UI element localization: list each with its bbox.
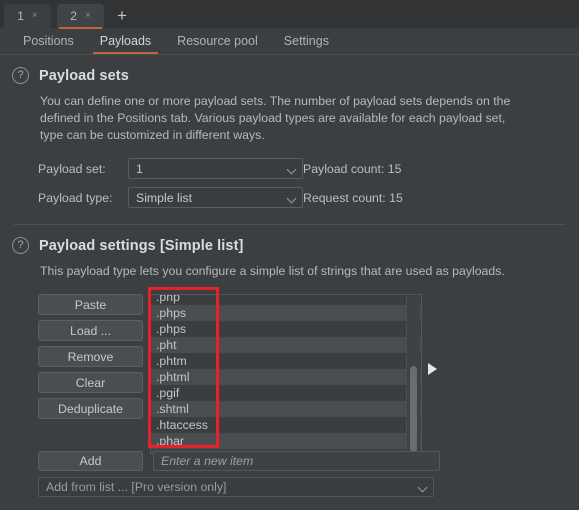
- paste-button[interactable]: Paste: [38, 294, 143, 315]
- payload-settings-header: ? Payload settings [Simple list]: [0, 237, 579, 254]
- deduplicate-button[interactable]: Deduplicate: [38, 398, 143, 419]
- attack-tab-2-label: 2: [70, 9, 77, 23]
- payload-list[interactable]: .php .phps .phps .pht .phtm .phtml .pgif…: [150, 294, 422, 454]
- add-from-list-label: Add from list ... [Pro version only]: [46, 480, 227, 494]
- payload-sets-form: Payload set: 1 Payload count: 15 Payload…: [38, 158, 579, 208]
- tab-settings[interactable]: Settings: [271, 28, 342, 55]
- payload-settings-title: Payload settings [Simple list]: [39, 237, 244, 254]
- tab-positions[interactable]: Positions: [10, 28, 87, 55]
- tab-resource-pool[interactable]: Resource pool: [164, 28, 271, 55]
- chevron-down-icon: [286, 192, 298, 204]
- attack-tab-1[interactable]: 1 ×: [4, 4, 51, 28]
- question-mark-icon[interactable]: ?: [12, 67, 29, 84]
- payload-type-select[interactable]: Simple list: [128, 187, 303, 208]
- load-button[interactable]: Load ...: [38, 320, 143, 341]
- list-item[interactable]: .htaccess: [151, 417, 421, 433]
- add-item-row: Add Enter a new item: [38, 451, 440, 471]
- attack-tab-2[interactable]: 2 ×: [57, 4, 104, 29]
- payload-sets-header: ? Payload sets: [0, 67, 579, 84]
- list-item[interactable]: .phps: [151, 305, 421, 321]
- page-title: Payload sets: [39, 67, 129, 84]
- payload-set-label: Payload set:: [38, 161, 106, 176]
- new-item-input[interactable]: Enter a new item: [153, 451, 440, 471]
- remove-button[interactable]: Remove: [38, 346, 143, 367]
- payload-type-value: Simple list: [136, 190, 193, 205]
- add-tab-button[interactable]: +: [110, 4, 134, 28]
- chevron-down-icon: [417, 481, 429, 493]
- payload-type-label: Payload type:: [38, 190, 113, 205]
- payload-count: Payload count: 15: [303, 161, 402, 176]
- list-item[interactable]: .phar: [151, 433, 421, 449]
- payload-action-buttons: Paste Load ... Remove Clear Deduplicate: [38, 294, 143, 419]
- list-item[interactable]: .pht: [151, 337, 421, 353]
- payload-settings-description: This payload type lets you configure a s…: [40, 264, 505, 278]
- payload-sets-panel: ? Payload sets You can define one or mor…: [0, 55, 579, 225]
- scrollbar-thumb[interactable]: [410, 366, 417, 452]
- payload-sets-description: You can define one or more payload sets.…: [40, 94, 511, 142]
- add-from-list-select[interactable]: Add from list ... [Pro version only]: [38, 477, 434, 497]
- tab-payloads[interactable]: Payloads: [87, 28, 164, 55]
- list-item[interactable]: .phtml: [151, 369, 421, 385]
- list-item[interactable]: .pgif: [151, 385, 421, 401]
- add-button[interactable]: Add: [38, 451, 143, 471]
- payload-set-select[interactable]: 1: [128, 158, 303, 179]
- payload-list-rows: .php .phps .phps .pht .phtm .phtml .pgif…: [151, 295, 421, 449]
- close-icon[interactable]: ×: [85, 11, 91, 21]
- request-count: Request count: 15: [303, 190, 403, 205]
- list-item[interactable]: .phps: [151, 321, 421, 337]
- close-icon[interactable]: ×: [32, 11, 38, 21]
- attack-tab-1-label: 1: [17, 9, 24, 23]
- question-mark-icon[interactable]: ?: [12, 237, 29, 254]
- list-item[interactable]: .shtml: [151, 401, 421, 417]
- chevron-down-icon: [286, 163, 298, 175]
- payload-list-area: Paste Load ... Remove Clear Deduplicate …: [0, 294, 579, 454]
- attack-tab-strip: 1 × 2 × +: [0, 0, 579, 29]
- payload-set-value: 1: [136, 161, 143, 176]
- list-item[interactable]: .phtm: [151, 353, 421, 369]
- clear-button[interactable]: Clear: [38, 372, 143, 393]
- payload-settings-panel: ? Payload settings [Simple list] This pa…: [0, 225, 579, 454]
- play-arrow-icon: [428, 363, 437, 375]
- list-item[interactable]: .php: [151, 295, 421, 305]
- vertical-scrollbar[interactable]: [406, 296, 420, 452]
- section-tab-bar: Positions Payloads Resource pool Setting…: [0, 28, 579, 55]
